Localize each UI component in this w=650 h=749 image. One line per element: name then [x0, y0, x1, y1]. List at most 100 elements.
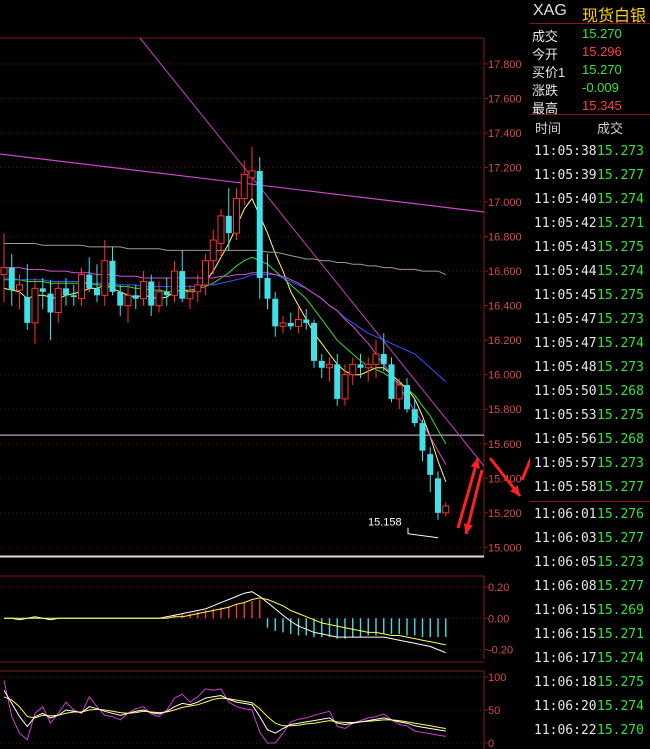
ticks-header-time: 时间	[535, 121, 562, 136]
tick-price: 15.268	[597, 432, 644, 447]
tick-price: 15.274	[597, 699, 644, 714]
candle-body-down	[404, 385, 410, 410]
tick-time: 11:06:03	[534, 531, 597, 546]
arrow-up-right-shaft	[520, 456, 530, 481]
tick-time: 11:06:18	[534, 675, 597, 690]
candle-body-down	[86, 274, 93, 289]
kdj-indicator	[3, 680, 446, 744]
quote-row: 今开 15.296	[530, 42, 650, 62]
candle-body-down	[109, 260, 116, 292]
tick-price: 15.275	[597, 675, 644, 690]
kdj-tick-label: 50	[488, 705, 500, 717]
tick-time: 11:06:05	[534, 555, 597, 570]
candle-body-up	[171, 270, 178, 296]
tick-price: 15.271	[597, 627, 644, 642]
y-tick-label: 15.000	[488, 542, 522, 554]
candle-body-down	[179, 271, 186, 299]
tick-price: 15.273	[597, 144, 644, 159]
tick-time: 11:06:01	[534, 507, 597, 522]
candles	[0, 146, 450, 520]
tick-row: 11:06:01 15.276	[530, 505, 650, 528]
candle-body-up	[186, 291, 194, 300]
kdj-grid: 100 50 0	[0, 670, 506, 749]
symbol-code: XAG	[533, 2, 567, 19]
tick-row: 11:06:15 15.269	[530, 601, 650, 624]
candle-body-down	[8, 267, 15, 291]
tick-row: 11:05:58 15.277	[530, 478, 650, 501]
candle-body-down	[94, 288, 100, 296]
y-tick-label: 17.600	[488, 93, 522, 105]
y-tick-label: 15.800	[488, 404, 522, 416]
tick-price: 15.268	[597, 384, 644, 399]
tick-row: 11:05:45 15.275	[530, 286, 650, 309]
candlestick-chart-area[interactable]: 17.800 17.600 17.400 17.200 17.000 16.800 16.6…	[0, 0, 530, 749]
candle-body-down	[411, 409, 418, 424]
tick-row: 11:05:42 15.271	[530, 214, 650, 237]
tick-row: 11:06:08 15.277	[530, 577, 650, 600]
y-tick-label: 16.400	[488, 301, 522, 313]
tick-time: 11:05:47	[534, 312, 597, 327]
candle-body-up	[54, 287, 62, 314]
tick-time: 11:05:42	[534, 216, 597, 231]
quote-row: 最高 15.345	[530, 96, 650, 116]
candle-body-down	[70, 295, 77, 297]
quote-value: 15.345	[582, 98, 622, 113]
tick-price: 15.276	[597, 507, 644, 522]
quote-value: -0.009	[582, 80, 619, 95]
tick-row: 11:06:20 15.274	[530, 697, 650, 720]
kdj-tick-label: 0	[488, 738, 494, 749]
candle-body-up	[202, 260, 209, 286]
tick-price: 15.277	[597, 168, 644, 183]
candle-body-up	[442, 505, 450, 514]
quote-value: 15.296	[582, 44, 622, 59]
candle-body-down	[117, 291, 124, 306]
kdj-tick-label: 100	[488, 672, 506, 684]
macd-indicator	[4, 591, 447, 654]
tick-time: 11:05:57	[534, 456, 597, 471]
moving-average-lines	[0, 37, 485, 482]
candle-body-up	[31, 287, 39, 324]
tick-time: 11:06:20	[534, 699, 597, 714]
candle-body-up	[209, 239, 217, 262]
moving-average-line-2	[4, 256, 447, 445]
y-tick-label: 17.800	[488, 59, 522, 71]
candle-body-down	[24, 297, 31, 323]
tick-row: 11:05:38 15.273	[530, 142, 650, 165]
tick-row: 11:05:39 15.277	[530, 166, 650, 189]
tick-time: 11:05:50	[534, 384, 597, 399]
tick-row: 11:06:18 15.275	[530, 673, 650, 696]
y-tick-label: 17.000	[488, 197, 522, 209]
macd-tick-label: -0.20	[488, 645, 513, 657]
candle-body-down	[334, 364, 341, 399]
tick-price: 15.273	[597, 555, 644, 570]
y-tick-label: 16.000	[488, 370, 522, 382]
candle-body-up	[372, 353, 380, 365]
quote-panel: XAG 现货白银 成交 15.270 今开 15.296 买价1 15.270 涨跌 -0.0…	[530, 0, 650, 749]
quote-row: 涨跌 -0.009	[530, 78, 650, 98]
tick-price: 15.274	[597, 192, 644, 207]
candle-body-down	[303, 319, 310, 323]
tick-time: 11:06:17	[534, 651, 597, 666]
candle-body-up	[155, 291, 163, 307]
tick-price: 15.275	[597, 288, 644, 303]
tick-time: 11:05:48	[534, 360, 597, 375]
tick-time: 11:05:43	[534, 240, 597, 255]
candle-body-down	[256, 170, 263, 279]
candle-body-up	[140, 280, 147, 300]
quote-row: 买价1 15.270	[530, 60, 650, 80]
tick-row: 11:05:57 15.273	[530, 454, 650, 477]
tick-price: 15.270	[597, 723, 644, 738]
candle-body-up	[124, 294, 132, 307]
kdj-k-line	[3, 689, 446, 734]
candle-body-down	[435, 478, 441, 513]
candle-body-down	[380, 353, 387, 365]
tick-row: 11:05:50 15.268	[530, 382, 650, 405]
y-tick-label: 16.600	[488, 266, 522, 278]
quote-value: 15.270	[582, 26, 622, 41]
candle-body-down	[287, 322, 294, 327]
candle-body-up	[295, 318, 302, 327]
tick-price: 15.277	[597, 531, 644, 546]
candle-body-down	[163, 291, 170, 296]
y-tick-label: 17.400	[488, 128, 522, 140]
kdj-d-line	[3, 696, 446, 729]
